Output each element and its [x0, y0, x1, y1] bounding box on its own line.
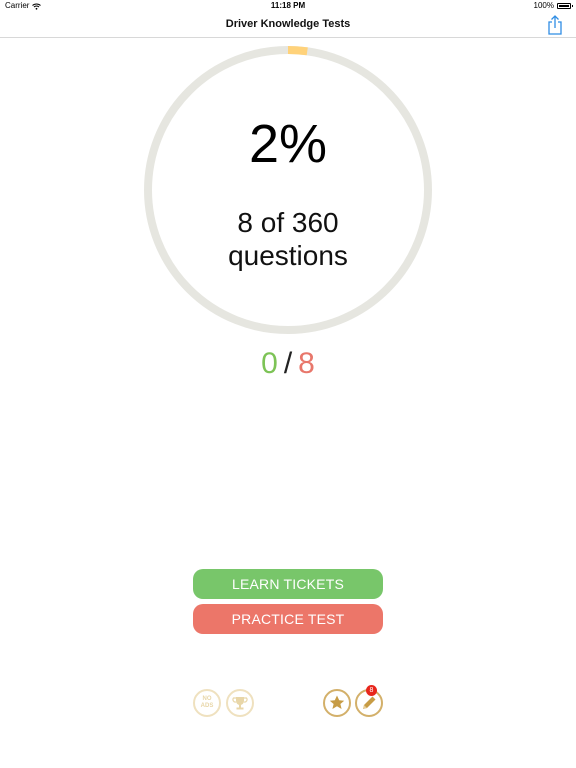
progress-count-unit: questions: [228, 240, 348, 271]
star-icon: [329, 695, 345, 709]
score-correct: 0: [261, 347, 278, 380]
page-title: Driver Knowledge Tests: [225, 18, 351, 30]
no-ads-line2: ADS: [200, 703, 214, 709]
learn-tickets-button[interactable]: LEARN TICKETS: [193, 569, 383, 599]
status-time: 11:18 PM: [270, 1, 306, 10]
navigation-bar: Driver Knowledge Tests: [0, 12, 576, 38]
score-wrong: 8: [298, 347, 315, 380]
progress-percent: 2%: [248, 114, 328, 174]
progress-count: 8 of 360 questions: [0, 206, 576, 272]
score-separator: /: [283, 347, 293, 380]
score-summary: 0/8: [0, 344, 576, 384]
status-bar: Carrier 11:18 PM 100%: [0, 0, 576, 12]
trophy-button[interactable]: [226, 689, 254, 717]
no-ads-button[interactable]: NO ADS: [193, 689, 221, 717]
share-icon[interactable]: [546, 15, 564, 35]
progress-count-value: 8 of 360: [237, 207, 339, 238]
progress-ring-track: [144, 46, 432, 334]
practice-test-button[interactable]: PRACTICE TEST: [193, 604, 383, 634]
no-ads-line1: NO: [202, 696, 212, 702]
trophy-icon: [232, 697, 248, 710]
battery-percent: 100%: [533, 1, 554, 10]
progress-ring: [144, 46, 432, 334]
battery-icon: [557, 3, 573, 9]
notification-badge: 8: [366, 685, 377, 696]
status-right: 100%: [533, 0, 573, 12]
favorites-button[interactable]: [323, 689, 351, 717]
